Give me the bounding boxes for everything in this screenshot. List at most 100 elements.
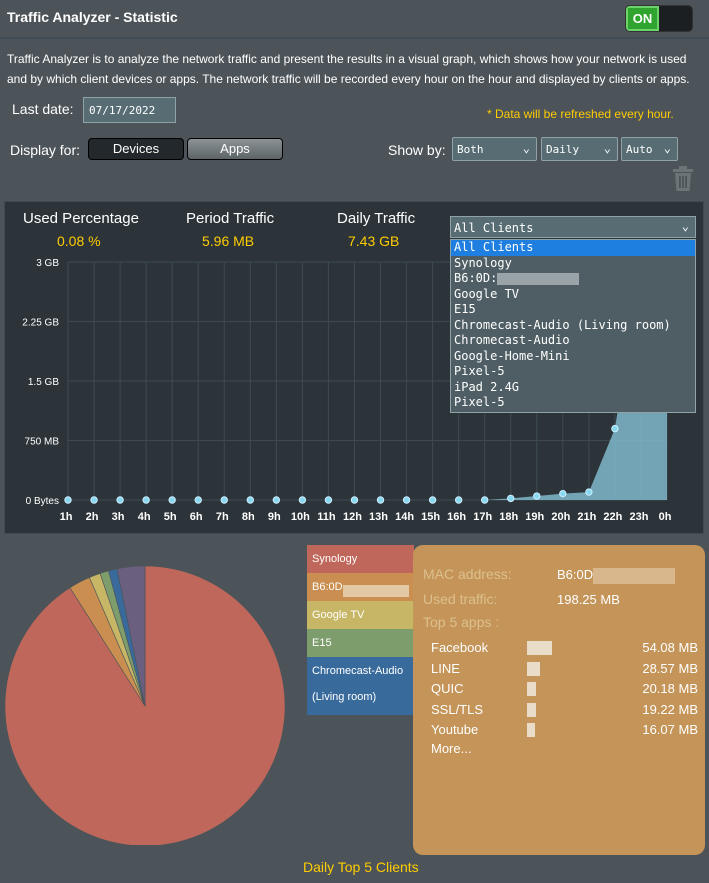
client-option-label: iPad 2.4G bbox=[454, 379, 520, 394]
x-tick-label: 22h bbox=[603, 511, 622, 523]
client-option-label: B6:0D: bbox=[454, 271, 498, 285]
data-point bbox=[142, 496, 150, 504]
client-option-label: All Clients bbox=[454, 240, 534, 254]
chevron-down-icon: ⌄ bbox=[522, 141, 530, 155]
legend-label: B6:0D bbox=[312, 581, 343, 593]
client-option[interactable]: iPad 2.4G bbox=[451, 380, 695, 396]
client-option[interactable]: All Clients bbox=[451, 240, 695, 256]
app-name: Facebook bbox=[431, 640, 489, 655]
legend-item[interactable]: E15 bbox=[307, 629, 414, 657]
y-tick-label: 1.5 GB bbox=[28, 377, 59, 388]
data-point bbox=[428, 496, 437, 504]
unit-select[interactable]: Auto ⌄ bbox=[621, 137, 678, 161]
used-traffic-value: 198.25 MB bbox=[557, 592, 620, 607]
client-filter-dropdown[interactable]: All Clients Synology B6:0D: Google TV E15 Chr… bbox=[450, 239, 696, 413]
y-tick-label: 3 GB bbox=[36, 258, 59, 269]
refresh-note: * Data will be refreshed every hour. bbox=[487, 107, 674, 121]
app-name: SSL/TLS bbox=[431, 701, 484, 717]
x-tick-label: 6h bbox=[190, 511, 203, 523]
x-tick-label: 17h bbox=[473, 511, 492, 523]
x-tick-label: 12h bbox=[343, 511, 362, 523]
data-point bbox=[454, 496, 463, 504]
app-usage-bar bbox=[527, 661, 541, 676]
x-tick-label: 8h bbox=[242, 511, 255, 523]
client-option-label: Pixel-5 bbox=[454, 364, 505, 378]
client-option[interactable]: Google TV bbox=[451, 287, 695, 303]
data-point bbox=[194, 496, 202, 504]
legend-item[interactable]: Synology bbox=[307, 545, 414, 573]
x-tick-label: 3h bbox=[112, 511, 125, 523]
last-date-input[interactable]: 07/17/2022 bbox=[83, 97, 176, 123]
client-option[interactable]: E15 bbox=[451, 302, 695, 318]
client-option-label: E15 bbox=[454, 302, 476, 316]
x-tick-label: 13h bbox=[369, 511, 388, 523]
pie-legend: Synology B6:0D Google TV E15 Chromecast-Audi… bbox=[307, 545, 414, 715]
data-point bbox=[220, 496, 228, 504]
app-usage-bar bbox=[527, 723, 535, 737]
data-point bbox=[272, 496, 281, 504]
client-option[interactable]: Chromecast-Audio (Living room) bbox=[451, 318, 695, 334]
more-apps-link[interactable]: More... bbox=[431, 741, 471, 756]
legend-item[interactable]: Chromecast-Audio (Living room) bbox=[307, 657, 414, 715]
display-for-label: Display for: bbox=[10, 142, 81, 158]
chevron-down-icon: ⌄ bbox=[663, 141, 671, 155]
legend-label: Google TV bbox=[312, 609, 365, 621]
mac-address-text: B6:0D bbox=[557, 567, 594, 582]
client-filter-select[interactable]: All Clients ⌄ bbox=[450, 216, 696, 238]
client-filter-value: All Clients bbox=[454, 221, 534, 235]
client-option[interactable]: B6:0D: bbox=[451, 271, 695, 287]
unit-select-value: Auto bbox=[626, 143, 653, 156]
legend-item[interactable]: Google TV bbox=[307, 601, 414, 629]
top-apps-label: Top 5 apps : bbox=[423, 614, 500, 630]
client-option-label: Chromecast-Audio bbox=[454, 333, 570, 347]
app-traffic-value: 16.07 MB bbox=[642, 722, 698, 737]
x-tick-label: 1h bbox=[60, 511, 73, 523]
y-tick-label: 0 Bytes bbox=[26, 496, 59, 507]
traffic-analyzer-toggle[interactable]: ON bbox=[625, 5, 693, 32]
data-point bbox=[90, 496, 98, 504]
period-select[interactable]: Daily ⌄ bbox=[541, 137, 618, 161]
x-tick-label: 21h bbox=[577, 511, 596, 523]
data-point bbox=[533, 492, 541, 500]
last-date-label: Last date: bbox=[12, 101, 74, 117]
legend-label: E15 bbox=[312, 637, 332, 649]
chevron-down-icon: ⌄ bbox=[681, 219, 689, 233]
client-option[interactable]: Pixel-5 bbox=[451, 364, 695, 380]
redaction-block bbox=[497, 272, 580, 285]
data-point bbox=[585, 488, 593, 496]
devices-button[interactable]: Devices bbox=[88, 138, 184, 160]
description-text: Traffic Analyzer is to analyze the netwo… bbox=[7, 52, 690, 86]
client-option[interactable]: Pixel-5 bbox=[451, 395, 695, 411]
direction-select[interactable]: Both ⌄ bbox=[452, 137, 537, 161]
mac-address-value: B6:0D bbox=[557, 567, 676, 584]
page-title: Traffic Analyzer - Statistic bbox=[7, 9, 178, 25]
app-usage-bar bbox=[527, 702, 536, 717]
x-tick-label: 7h bbox=[216, 511, 229, 523]
app-traffic-value: 20.18 MB bbox=[642, 681, 698, 696]
client-option-label: Chromecast-Audio (Living room) bbox=[454, 317, 671, 332]
data-point bbox=[168, 496, 176, 504]
client-info-card: MAC address: B6:0D Used traffic: 198.25 … bbox=[413, 545, 705, 855]
client-option[interactable]: Synology bbox=[451, 256, 695, 272]
client-option[interactable]: Google-Home-Mini bbox=[451, 349, 695, 365]
client-option[interactable]: Chromecast-Audio bbox=[451, 333, 695, 349]
trash-icon[interactable] bbox=[672, 166, 694, 192]
x-tick-label: 18h bbox=[499, 511, 518, 523]
client-option-label: Google TV bbox=[454, 286, 520, 301]
app-name: Youtube bbox=[431, 722, 479, 737]
x-tick-label: 5h bbox=[164, 511, 177, 523]
apps-button[interactable]: Apps bbox=[187, 138, 283, 160]
show-by-label: Show by: bbox=[388, 142, 446, 158]
app-usage-bar bbox=[527, 682, 537, 696]
client-option-label: Pixel-5 bbox=[454, 395, 505, 409]
app-name: QUIC bbox=[431, 681, 464, 696]
data-point bbox=[376, 496, 385, 504]
period-select-value: Daily bbox=[546, 143, 580, 156]
data-point bbox=[324, 496, 333, 504]
legend-label: Synology bbox=[312, 553, 358, 565]
data-point bbox=[64, 496, 72, 504]
toggle-on-label: ON bbox=[626, 6, 659, 31]
app-traffic-value: 54.08 MB bbox=[642, 640, 698, 655]
data-point bbox=[298, 496, 307, 504]
legend-item[interactable]: B6:0D bbox=[307, 573, 414, 601]
